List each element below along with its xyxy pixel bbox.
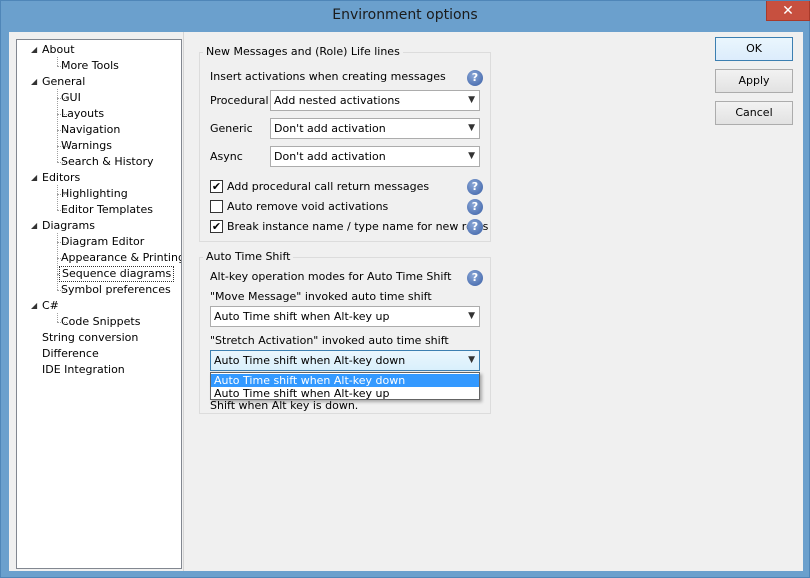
move-message-select[interactable]: Auto Time shift when Alt-key up ▼ [210,306,480,327]
move-message-value: Auto Time shift when Alt-key up [214,310,390,323]
tree-item-appearance-printing[interactable]: Appearance & Printing [61,250,181,266]
tree-item-diagram-editor[interactable]: Diagram Editor [61,234,144,250]
stretch-activation-select[interactable]: Auto Time shift when Alt-key down ▼ [210,350,480,371]
title-bar[interactable]: Environment options ✕ [1,1,810,32]
tree-item-warnings[interactable]: Warnings [61,138,112,154]
close-icon: ✕ [782,2,794,19]
async-value: Don't add activation [274,150,386,163]
options-panel: New Messages and (Role) Life lines Inser… [183,32,705,571]
tree-item-more-tools[interactable]: More Tools [61,58,119,74]
tree-connector [57,185,58,210]
expander-icon[interactable]: ◢ [31,298,37,314]
tree-item-search-history[interactable]: Search & History [61,154,154,170]
help-icon[interactable]: ? [467,270,483,286]
client-area: ◢ About More Tools ◢ General GUI Layouts… [9,32,803,571]
dropdown-option[interactable]: Auto Time shift when Alt-key up [211,387,479,400]
chevron-down-icon: ▼ [468,311,475,321]
break-name-checkbox[interactable]: ✔ [210,220,223,233]
tree-item-about[interactable]: About [42,42,75,58]
tree-item-symbol-preferences[interactable]: Symbol preferences [61,282,171,298]
dropdown-option[interactable]: Auto Time shift when Alt-key down [211,374,479,387]
generic-label: Generic [210,122,253,135]
help-icon[interactable]: ? [467,199,483,215]
async-select[interactable]: Don't add activation ▼ [270,146,480,167]
options-tree[interactable]: ◢ About More Tools ◢ General GUI Layouts… [16,39,182,569]
time-shift-group-title: Auto Time Shift [203,250,294,263]
break-name-label[interactable]: Break instance name / type name for new … [227,220,488,233]
tree-item-sequence-diagrams[interactable]: Sequence diagrams [59,266,175,282]
stretch-activation-label: "Stretch Activation" invoked auto time s… [210,334,449,347]
chevron-down-icon: ▼ [468,123,475,133]
expander-icon[interactable]: ◢ [31,170,37,186]
tree-connector [57,89,58,162]
chevron-down-icon: ▼ [468,355,475,365]
tree-item-navigation[interactable]: Navigation [61,122,120,138]
return-messages-checkbox[interactable]: ✔ [210,180,223,193]
tree-item-string-conversion[interactable]: String conversion [42,330,138,346]
tree-item-code-snippets[interactable]: Code Snippets [61,314,140,330]
chevron-down-icon: ▼ [468,95,475,105]
tree-item-general[interactable]: General [42,74,85,90]
generic-value: Don't add activation [274,122,386,135]
tree-item-diagrams[interactable]: Diagrams [42,218,95,234]
auto-remove-checkbox[interactable] [210,200,223,213]
stretch-activation-value: Auto Time shift when Alt-key down [214,354,406,367]
tree-connector [57,313,58,322]
tree-item-gui[interactable]: GUI [61,90,81,106]
tree-item-csharp[interactable]: C# [42,298,59,314]
procedural-label: Procedural [210,94,269,107]
auto-remove-label[interactable]: Auto remove void activations [227,200,388,213]
move-message-label: "Move Message" invoked auto time shift [210,290,432,303]
expander-icon[interactable]: ◢ [31,42,37,58]
tree-connector [57,57,58,66]
apply-button[interactable]: Apply [715,69,793,93]
altkey-label: Alt-key operation modes for Auto Time Sh… [210,270,452,283]
chevron-down-icon: ▼ [468,151,475,161]
tree-item-ide-integration[interactable]: IDE Integration [42,362,125,378]
tree-item-editors[interactable]: Editors [42,170,80,186]
help-icon[interactable]: ? [467,219,483,235]
close-button[interactable]: ✕ [766,1,810,21]
tree-item-editor-templates[interactable]: Editor Templates [61,202,153,218]
insert-activations-label: Insert activations when creating message… [210,70,446,83]
return-messages-label[interactable]: Add procedural call return messages [227,180,429,193]
help-icon[interactable]: ? [467,70,483,86]
ok-button[interactable]: OK [715,37,793,61]
expander-icon[interactable]: ◢ [31,218,37,234]
help-icon[interactable]: ? [467,179,483,195]
window-frame: Environment options ✕ ◢ About More Tools… [0,0,810,578]
expander-icon[interactable]: ◢ [31,74,37,90]
messages-group-title: New Messages and (Role) Life lines [203,45,403,58]
stretch-activation-dropdown[interactable]: Auto Time shift when Alt-key down Auto T… [210,372,480,400]
window-title: Environment options [332,7,478,23]
procedural-value: Add nested activations [274,94,401,107]
tree-item-layouts[interactable]: Layouts [61,106,104,122]
obscured-hint-text: Shift when Alt key is down. [210,399,359,412]
procedural-select[interactable]: Add nested activations ▼ [270,90,480,111]
cancel-button[interactable]: Cancel [715,101,793,125]
tree-item-highlighting[interactable]: Highlighting [61,186,128,202]
generic-select[interactable]: Don't add activation ▼ [270,118,480,139]
async-label: Async [210,150,243,163]
tree-item-difference[interactable]: Difference [42,346,99,362]
